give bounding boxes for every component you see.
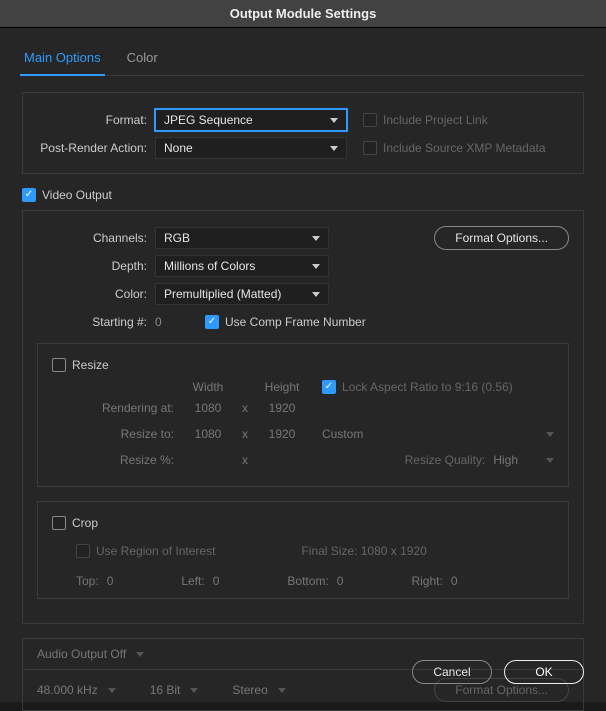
audio-sample-rate-select[interactable]: 48.000 kHz bbox=[37, 683, 130, 697]
color-label: Color: bbox=[37, 287, 155, 301]
resize-checkbox[interactable] bbox=[52, 358, 66, 372]
resize-quality-select[interactable]: High bbox=[493, 453, 532, 467]
video-output-header: Video Output bbox=[22, 188, 584, 202]
rendering-width-value: 1080 bbox=[182, 401, 234, 415]
post-render-select[interactable]: None bbox=[155, 137, 347, 159]
rendering-height-value: 1920 bbox=[256, 401, 308, 415]
lock-aspect-label: Lock Aspect Ratio to 9:16 (0.56) bbox=[342, 380, 513, 394]
crop-bottom-value[interactable]: 0 bbox=[337, 574, 344, 588]
use-comp-frame-label: Use Comp Frame Number bbox=[225, 315, 366, 329]
video-output-label: Video Output bbox=[42, 188, 112, 202]
crop-checkbox[interactable] bbox=[52, 516, 66, 530]
use-roi-label: Use Region of Interest bbox=[96, 544, 215, 558]
include-project-link-label: Include Project Link bbox=[383, 113, 488, 127]
dialog-title: Output Module Settings bbox=[230, 6, 377, 21]
chevron-down-icon bbox=[190, 688, 198, 693]
lock-aspect-checkbox[interactable] bbox=[322, 380, 336, 394]
tab-color[interactable]: Color bbox=[125, 46, 160, 75]
resize-panel: Resize Width Height Lock Aspect Ratio to… bbox=[37, 343, 569, 487]
resize-label: Resize bbox=[72, 358, 109, 372]
final-size-label: Final Size: 1080 x 1920 bbox=[301, 544, 426, 558]
chevron-down-icon bbox=[312, 236, 320, 241]
crop-left-value[interactable]: 0 bbox=[213, 574, 220, 588]
format-select[interactable]: JPEG Sequence bbox=[155, 109, 347, 131]
include-xmp-checkbox[interactable] bbox=[363, 141, 377, 155]
dialog-buttons: Cancel OK bbox=[412, 660, 584, 684]
ok-button[interactable]: OK bbox=[504, 660, 584, 684]
chevron-down-icon bbox=[546, 432, 554, 437]
chevron-down-icon bbox=[546, 458, 554, 463]
crop-panel: Crop Use Region of Interest Final Size: … bbox=[37, 501, 569, 599]
video-output-checkbox[interactable] bbox=[22, 188, 36, 202]
width-col-label: Width bbox=[182, 380, 234, 394]
starting-number-label: Starting #: bbox=[37, 315, 155, 329]
format-label: Format: bbox=[37, 113, 155, 127]
format-panel: Format: JPEG Sequence Include Project Li… bbox=[22, 92, 584, 174]
audio-bit-depth-select[interactable]: 16 Bit bbox=[150, 683, 213, 697]
crop-right-label: Right: bbox=[411, 574, 442, 588]
crop-left-label: Left: bbox=[181, 574, 204, 588]
chevron-down-icon bbox=[312, 264, 320, 269]
resize-to-label: Resize to: bbox=[52, 427, 182, 441]
depth-label: Depth: bbox=[37, 259, 155, 273]
resize-quality-label: Resize Quality: bbox=[405, 453, 486, 467]
starting-number-value[interactable]: 0 bbox=[155, 315, 195, 329]
tab-main-options[interactable]: Main Options bbox=[22, 46, 103, 75]
crop-top-label: Top: bbox=[76, 574, 99, 588]
content: Main Options Color Format: JPEG Sequence… bbox=[0, 28, 606, 711]
crop-bottom-label: Bottom: bbox=[287, 574, 328, 588]
chevron-down-icon bbox=[278, 688, 286, 693]
tabs: Main Options Color bbox=[22, 46, 584, 76]
color-select[interactable]: Premultiplied (Matted) bbox=[155, 283, 329, 305]
use-roi-checkbox[interactable] bbox=[76, 544, 90, 558]
audio-output-select[interactable]: Audio Output Off bbox=[37, 647, 158, 661]
crop-top-value[interactable]: 0 bbox=[107, 574, 114, 588]
chevron-down-icon bbox=[330, 118, 338, 123]
crop-label: Crop bbox=[72, 516, 98, 530]
channels-label: Channels: bbox=[37, 231, 155, 245]
crop-right-value[interactable]: 0 bbox=[451, 574, 458, 588]
rendering-at-label: Rendering at: bbox=[52, 401, 182, 415]
chevron-down-icon bbox=[312, 292, 320, 297]
format-options-button[interactable]: Format Options... bbox=[434, 226, 569, 250]
height-col-label: Height bbox=[256, 380, 308, 394]
include-project-link-checkbox[interactable] bbox=[363, 113, 377, 127]
cancel-button[interactable]: Cancel bbox=[412, 660, 492, 684]
chevron-down-icon bbox=[136, 652, 144, 657]
chevron-down-icon bbox=[330, 146, 338, 151]
video-output-panel: Channels: RGB Format Options... Depth: M… bbox=[22, 210, 584, 624]
resize-height-value[interactable]: 1920 bbox=[256, 427, 308, 441]
resize-width-value[interactable]: 1080 bbox=[182, 427, 234, 441]
audio-channels-select[interactable]: Stereo bbox=[232, 683, 299, 697]
channels-select[interactable]: RGB bbox=[155, 227, 329, 249]
resize-pct-label: Resize %: bbox=[52, 453, 182, 467]
resize-preset-select[interactable]: Custom bbox=[322, 427, 377, 441]
output-module-dialog: Output Module Settings Main Options Colo… bbox=[0, 0, 606, 702]
use-comp-frame-checkbox[interactable] bbox=[205, 315, 219, 329]
post-render-label: Post-Render Action: bbox=[37, 141, 155, 155]
titlebar: Output Module Settings bbox=[0, 0, 606, 28]
depth-select[interactable]: Millions of Colors bbox=[155, 255, 329, 277]
include-xmp-label: Include Source XMP Metadata bbox=[383, 141, 546, 155]
chevron-down-icon bbox=[108, 688, 116, 693]
